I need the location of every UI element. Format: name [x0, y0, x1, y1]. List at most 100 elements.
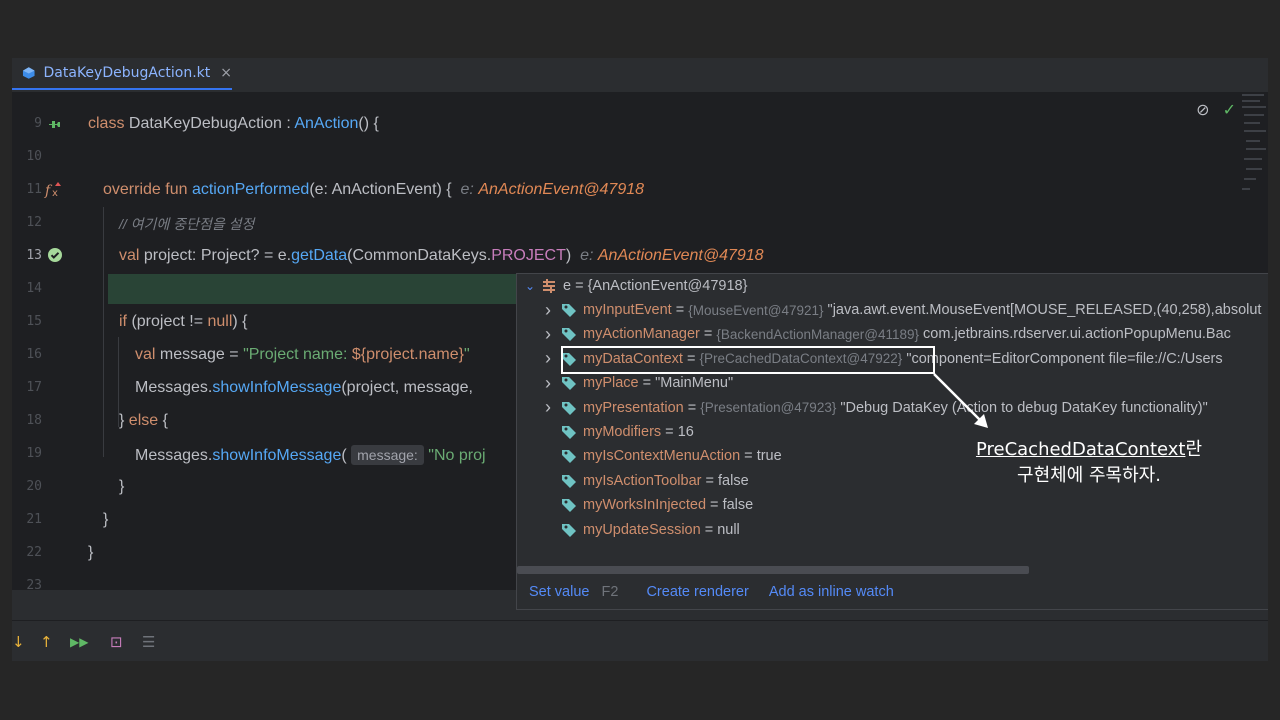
chevron-right-icon[interactable]: › [545, 373, 561, 394]
line-number: 19 [26, 446, 42, 461]
annotation-arrow [933, 373, 988, 428]
field-name: myPresentation [583, 399, 684, 416]
field-type: {BackendActionManager@41189} [716, 326, 919, 342]
tree-row-myInputEvent[interactable]: › myInputEvent = {MouseEvent@47921} "java… [545, 298, 1261, 322]
field-tag-icon [562, 450, 576, 464]
line-number: 21 [26, 512, 42, 527]
field-value: false [722, 497, 754, 514]
horizontal-scrollbar[interactable] [517, 566, 1029, 574]
field-equals: = [683, 399, 701, 416]
frames-list-icon[interactable]: ☰ [142, 633, 155, 651]
breakpoint-check-icon[interactable] [47, 247, 63, 263]
field-name: myWorksInInjected [583, 497, 707, 514]
field-equals: = [701, 472, 718, 489]
field-value: "java.awt.event.MouseEvent[MOUSE_RELEASE… [823, 302, 1262, 318]
field-tag-icon [562, 328, 576, 342]
tree-row-myIsContextMenuAction[interactable]: myIsContextMenuAction = true [545, 444, 782, 468]
field-value: "Debug DataKey (Action to debug DataKey … [836, 399, 1208, 416]
chevron-down-icon[interactable]: ⌄ [525, 279, 541, 293]
step-out-icon[interactable]: ↑ [40, 633, 53, 651]
line-number: 16 [26, 347, 42, 362]
code-line-13: val project: Project? = e.getData(Common… [119, 247, 764, 264]
field-value: null [717, 521, 740, 538]
tree-row-myIsActionToolbar[interactable]: myIsActionToolbar = false [545, 469, 749, 493]
tree-row-myUpdateSession[interactable]: myUpdateSession = null [545, 518, 740, 542]
line-number: 12 [26, 215, 42, 230]
field-value: "MainMenu" [655, 375, 734, 392]
code-line-18: } else { [119, 412, 168, 429]
line-number: 23 [26, 578, 42, 590]
step-into-icon[interactable]: ↓ [12, 633, 25, 651]
line-number: 17 [26, 380, 42, 395]
line-number: 9 [34, 116, 42, 131]
field-type: {MouseEvent@47921} [688, 302, 824, 318]
chevron-right-icon[interactable]: › [545, 348, 561, 369]
field-equals: = [740, 448, 757, 465]
field-value: "component=EditorComponent file=file://C… [902, 350, 1223, 367]
line-number: 18 [26, 413, 42, 428]
editor-tabbar: DataKeyDebugAction.kt × [12, 58, 1268, 90]
field-tag-icon [562, 401, 576, 415]
close-icon[interactable]: × [220, 65, 232, 81]
tree-row-myActionManager[interactable]: › myActionManager = {BackendActionManager… [545, 322, 1231, 346]
evaluate-expression-icon[interactable]: ⊡ [110, 633, 123, 651]
field-value: com.jetbrains.rdserver.ui.actionPopupMen… [919, 326, 1231, 343]
code-line-15: if (project != null) { [119, 313, 248, 330]
tab-datakeydebugaction[interactable]: DataKeyDebugAction.kt × [12, 58, 232, 90]
code-line-20: } [119, 478, 125, 495]
override-method-icon[interactable]: f x [44, 180, 64, 200]
field-name: myPlace [583, 375, 639, 392]
code-line-21: } [103, 511, 109, 528]
field-tag-icon [562, 377, 576, 391]
code-line-22: } [88, 544, 94, 561]
run-to-cursor-icon[interactable]: ▶▶ [70, 635, 88, 649]
indent-guide [103, 207, 104, 457]
field-tag-icon [562, 499, 576, 513]
check-icon[interactable]: ✓ [1223, 100, 1236, 119]
field-tag-icon [562, 523, 576, 537]
code-line-11: override fun actionPerformed(e: AnAction… [103, 181, 645, 198]
field-equals: = [638, 375, 656, 392]
root-label: e = {AnActionEvent@47918} [563, 278, 748, 294]
line-number: 20 [26, 479, 42, 494]
kotlin-file-icon [22, 67, 35, 79]
field-tag-icon [562, 426, 576, 439]
field-type: {Presentation@47923} [700, 400, 837, 416]
debug-toolbar: ↓ ↑ ▶▶ ⊡ ☰ [12, 620, 1268, 661]
tab-label: DataKeyDebugAction.kt [43, 65, 211, 81]
chevron-right-icon[interactable]: › [545, 397, 561, 418]
tree-row-myPresentation[interactable]: › myPresentation = {Presentation@47923} "… [545, 396, 1208, 420]
variables-icon [543, 279, 555, 293]
field-tag-icon [562, 474, 576, 488]
field-name: myIsActionToolbar [583, 472, 702, 489]
set-value-link[interactable]: Set value [529, 584, 589, 600]
field-name: myActionManager [583, 326, 700, 343]
parameter-hint: message: [351, 445, 424, 465]
run-gutter-icon[interactable] [46, 117, 64, 135]
line-number: 11 [26, 182, 42, 197]
tree-root[interactable]: ⌄ e = {AnActionEvent@47918} [525, 274, 747, 298]
add-inline-watch-link[interactable]: Add as inline watch [769, 584, 894, 600]
tree-row-myWorksInInjected[interactable]: myWorksInInjected = false [545, 493, 753, 517]
create-renderer-link[interactable]: Create renderer [646, 584, 748, 600]
reader-mode-icon[interactable]: ⊘ [1196, 100, 1209, 119]
svg-text:x: x [52, 188, 58, 199]
chevron-right-icon[interactable]: › [545, 324, 561, 345]
line-number: 15 [26, 314, 42, 329]
field-name: myIsContextMenuAction [583, 448, 741, 465]
field-equals: = [700, 521, 718, 538]
line-number: 10 [26, 149, 42, 164]
field-equals: = [661, 424, 678, 440]
minimap[interactable] [1240, 92, 1268, 232]
annotation-highlight-box [561, 346, 935, 374]
editor-inspection-widget: ⊘ ✓ [1196, 100, 1236, 119]
annotation-text: PreCachedDataContext란 구현체에 주목하자. [975, 439, 1203, 486]
line-number: 22 [26, 545, 42, 560]
code-line-9: class DataKeyDebugAction : AnAction() { [88, 115, 379, 132]
tree-row-myPlace[interactable]: › myPlace = "MainMenu" [545, 371, 733, 395]
field-equals: = [671, 302, 689, 318]
tree-row-myModifiers[interactable]: myModifiers = 16 [545, 420, 694, 444]
field-equals: = [706, 497, 723, 514]
popup-footer: Set value F2 Create renderer Add as inli… [529, 584, 894, 600]
chevron-right-icon[interactable]: › [545, 300, 561, 321]
